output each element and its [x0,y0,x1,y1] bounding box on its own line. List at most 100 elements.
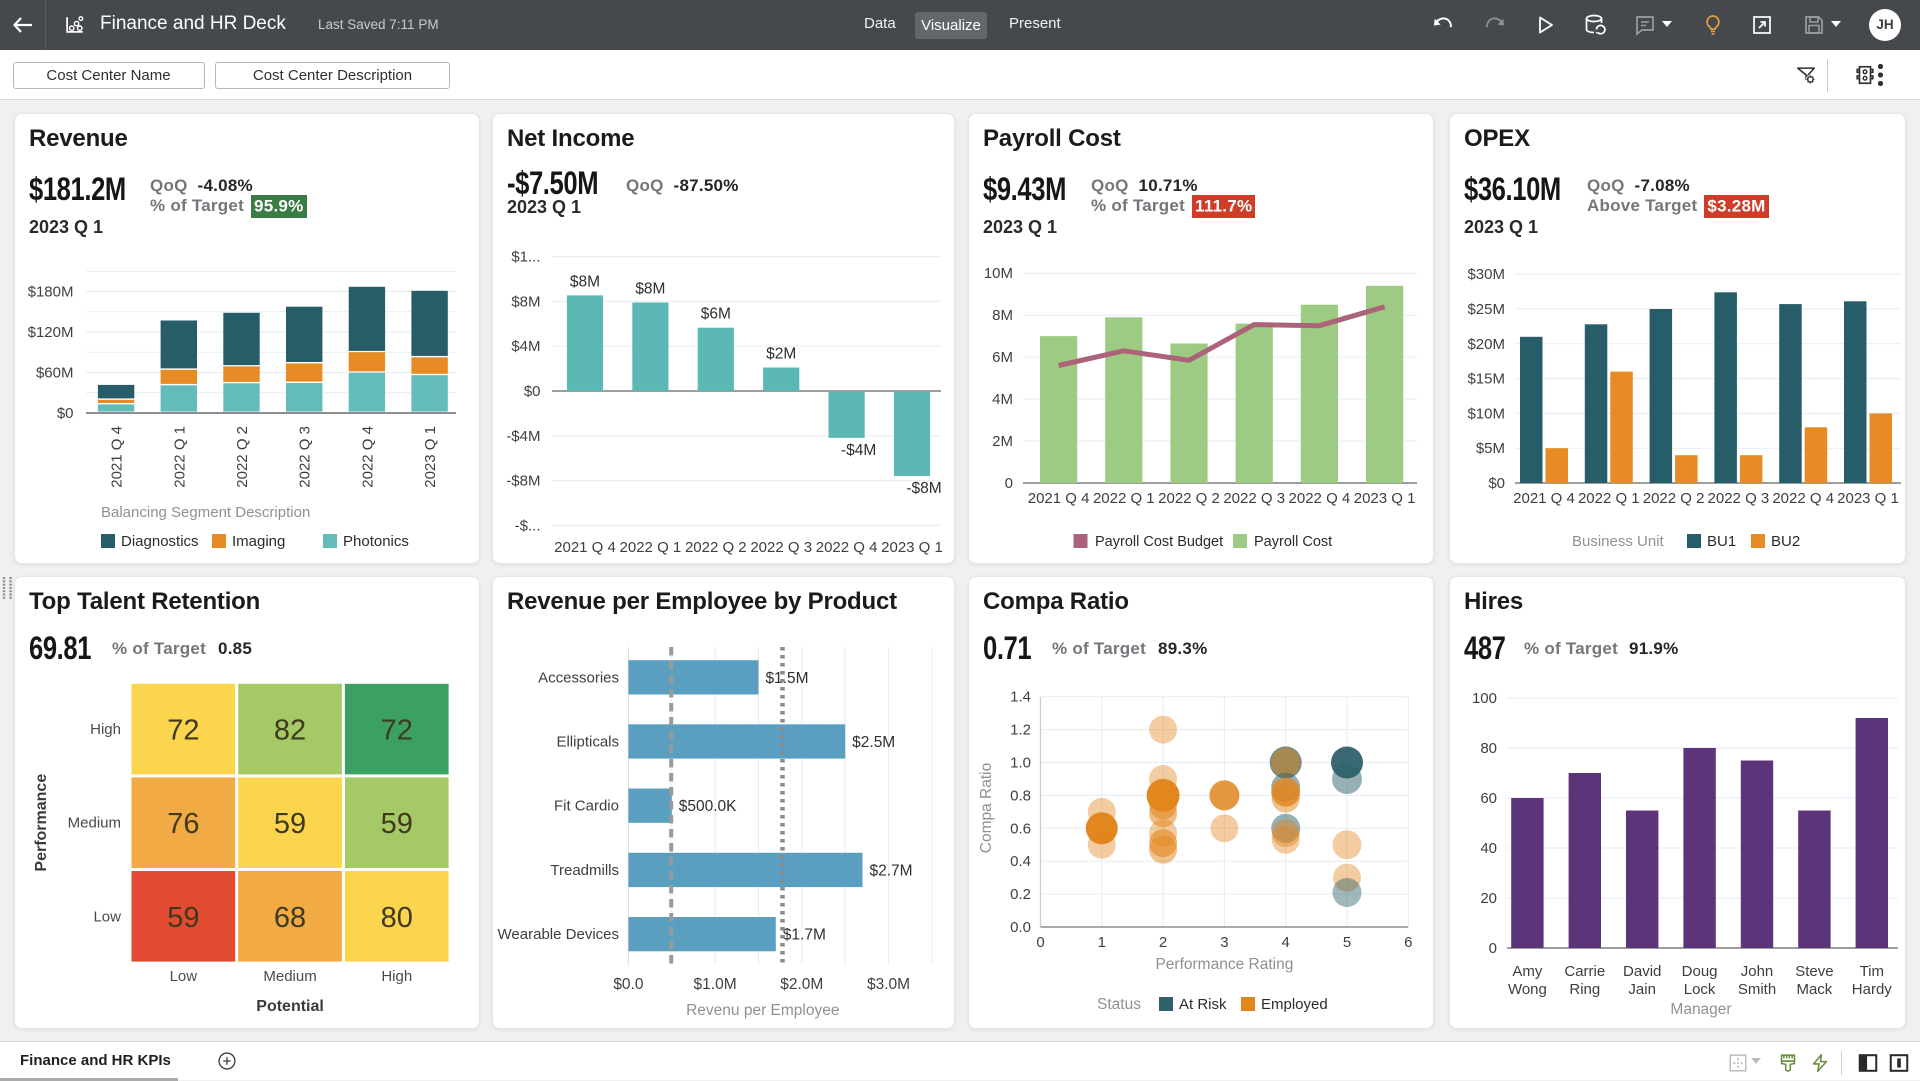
svg-text:2022 Q 3: 2022 Q 3 [1708,490,1770,507]
svg-text:0.8: 0.8 [1010,787,1031,804]
svg-text:59: 59 [381,808,413,840]
svg-text:1.0: 1.0 [1010,755,1031,772]
svg-text:At Risk: At Risk [1179,996,1227,1013]
svg-text:Diagnostics: Diagnostics [121,533,199,550]
svg-text:60: 60 [1480,790,1497,807]
svg-text:2022 Q 3: 2022 Q 3 [1223,490,1285,507]
svg-text:59: 59 [274,808,306,840]
svg-text:$1.0M: $1.0M [694,976,737,993]
svg-text:$2.5M: $2.5M [852,734,895,751]
svg-text:5: 5 [1343,934,1351,951]
svg-text:2021 Q 4: 2021 Q 4 [1513,490,1575,507]
svg-text:0.6: 0.6 [1010,820,1031,837]
svg-text:Fit Cardio: Fit Cardio [554,798,619,815]
svg-text:2023 Q 1: 2023 Q 1 [1354,490,1416,507]
svg-text:$60M: $60M [36,365,74,382]
svg-text:$10M: $10M [1467,405,1505,422]
svg-text:Low: Low [170,968,198,985]
svg-text:76: 76 [167,808,199,840]
svg-text:2022 Q 3: 2022 Q 3 [750,539,812,556]
svg-text:2023 Q 1: 2023 Q 1 [422,426,439,488]
svg-text:59: 59 [167,902,199,934]
svg-text:$30M: $30M [1467,266,1505,283]
svg-text:-$8M: -$8M [506,473,540,490]
svg-text:Imaging: Imaging [232,533,285,550]
svg-text:Revenu per Employee: Revenu per Employee [686,1002,839,1019]
svg-text:2022 Q 4: 2022 Q 4 [816,539,878,556]
svg-text:Ellipticals: Ellipticals [556,734,619,751]
svg-text:Ring: Ring [1569,981,1600,998]
svg-text:2022 Q 4: 2022 Q 4 [1772,490,1834,507]
svg-text:2022 Q 1: 2022 Q 1 [171,426,188,488]
svg-text:Carrie: Carrie [1564,963,1605,980]
svg-text:$0: $0 [57,405,74,422]
svg-text:$1.7M: $1.7M [783,927,826,944]
svg-text:$4M: $4M [511,338,540,355]
svg-text:$8M: $8M [511,293,540,310]
svg-text:2021 Q 4: 2021 Q 4 [554,539,616,556]
svg-text:2022 Q 2: 2022 Q 2 [685,539,747,556]
svg-text:2022 Q 2: 2022 Q 2 [1158,490,1220,507]
svg-text:1.2: 1.2 [1010,722,1031,739]
svg-text:4M: 4M [992,391,1013,408]
svg-text:BU2: BU2 [1771,533,1800,550]
svg-text:2022 Q 2: 2022 Q 2 [1643,490,1705,507]
svg-text:72: 72 [167,715,199,747]
svg-text:Medium: Medium [68,815,121,832]
svg-text:Medium: Medium [263,968,316,985]
svg-text:0: 0 [1489,940,1497,957]
svg-text:$1...: $1... [511,249,540,266]
svg-text:2021 Q 4: 2021 Q 4 [109,426,126,488]
svg-text:$0.0: $0.0 [613,976,644,993]
svg-text:$0: $0 [524,383,541,400]
svg-text:Photonics: Photonics [343,533,409,550]
svg-text:8M: 8M [992,307,1013,324]
svg-text:80: 80 [381,902,413,934]
svg-text:$2.7M: $2.7M [869,862,912,879]
svg-text:3: 3 [1220,934,1228,951]
svg-text:Employed: Employed [1261,996,1328,1013]
svg-text:72: 72 [381,715,413,747]
svg-text:-$4M: -$4M [841,442,876,459]
svg-text:Payroll Cost: Payroll Cost [1254,534,1332,550]
svg-text:Low: Low [93,908,121,925]
svg-text:Doug: Doug [1682,963,1718,980]
svg-text:0.2: 0.2 [1010,886,1031,903]
svg-text:$15M: $15M [1467,371,1505,388]
svg-text:$500.0K: $500.0K [679,798,737,815]
svg-text:100: 100 [1472,690,1497,707]
svg-text:Steve: Steve [1795,963,1833,980]
svg-text:$180M: $180M [28,284,74,301]
svg-text:10M: 10M [984,265,1013,282]
svg-text:Balancing Segment Description: Balancing Segment Description [101,504,310,521]
svg-text:$2M: $2M [766,345,796,362]
svg-text:David: David [1623,963,1661,980]
svg-text:2022 Q 3: 2022 Q 3 [297,426,314,488]
svg-text:Mack: Mack [1796,981,1832,998]
svg-text:6M: 6M [992,349,1013,366]
svg-text:Business Unit: Business Unit [1572,533,1665,550]
svg-text:-$4M: -$4M [506,428,540,445]
svg-text:$5M: $5M [1476,440,1505,457]
svg-text:$6M: $6M [701,306,731,323]
svg-text:High: High [90,721,121,738]
svg-text:80: 80 [1480,740,1497,757]
svg-text:$8M: $8M [635,281,665,298]
svg-text:Wong: Wong [1508,981,1547,998]
svg-text:Accessories: Accessories [538,669,619,686]
svg-text:-$...: -$... [515,517,541,534]
svg-text:1.4: 1.4 [1010,689,1031,706]
svg-text:$2.0M: $2.0M [780,976,823,993]
svg-text:Potential: Potential [256,998,324,1015]
svg-text:82: 82 [274,715,306,747]
svg-text:2022 Q 4: 2022 Q 4 [1289,490,1351,507]
svg-text:Status: Status [1097,996,1141,1013]
svg-text:Compa Ratio: Compa Ratio [978,763,995,853]
svg-text:Amy: Amy [1512,963,1543,980]
svg-text:High: High [381,968,412,985]
svg-text:-$8M: -$8M [906,480,941,497]
svg-text:1: 1 [1098,934,1106,951]
svg-text:6: 6 [1404,934,1412,951]
svg-text:$0: $0 [1488,475,1505,492]
svg-text:$1.5M: $1.5M [765,670,808,687]
